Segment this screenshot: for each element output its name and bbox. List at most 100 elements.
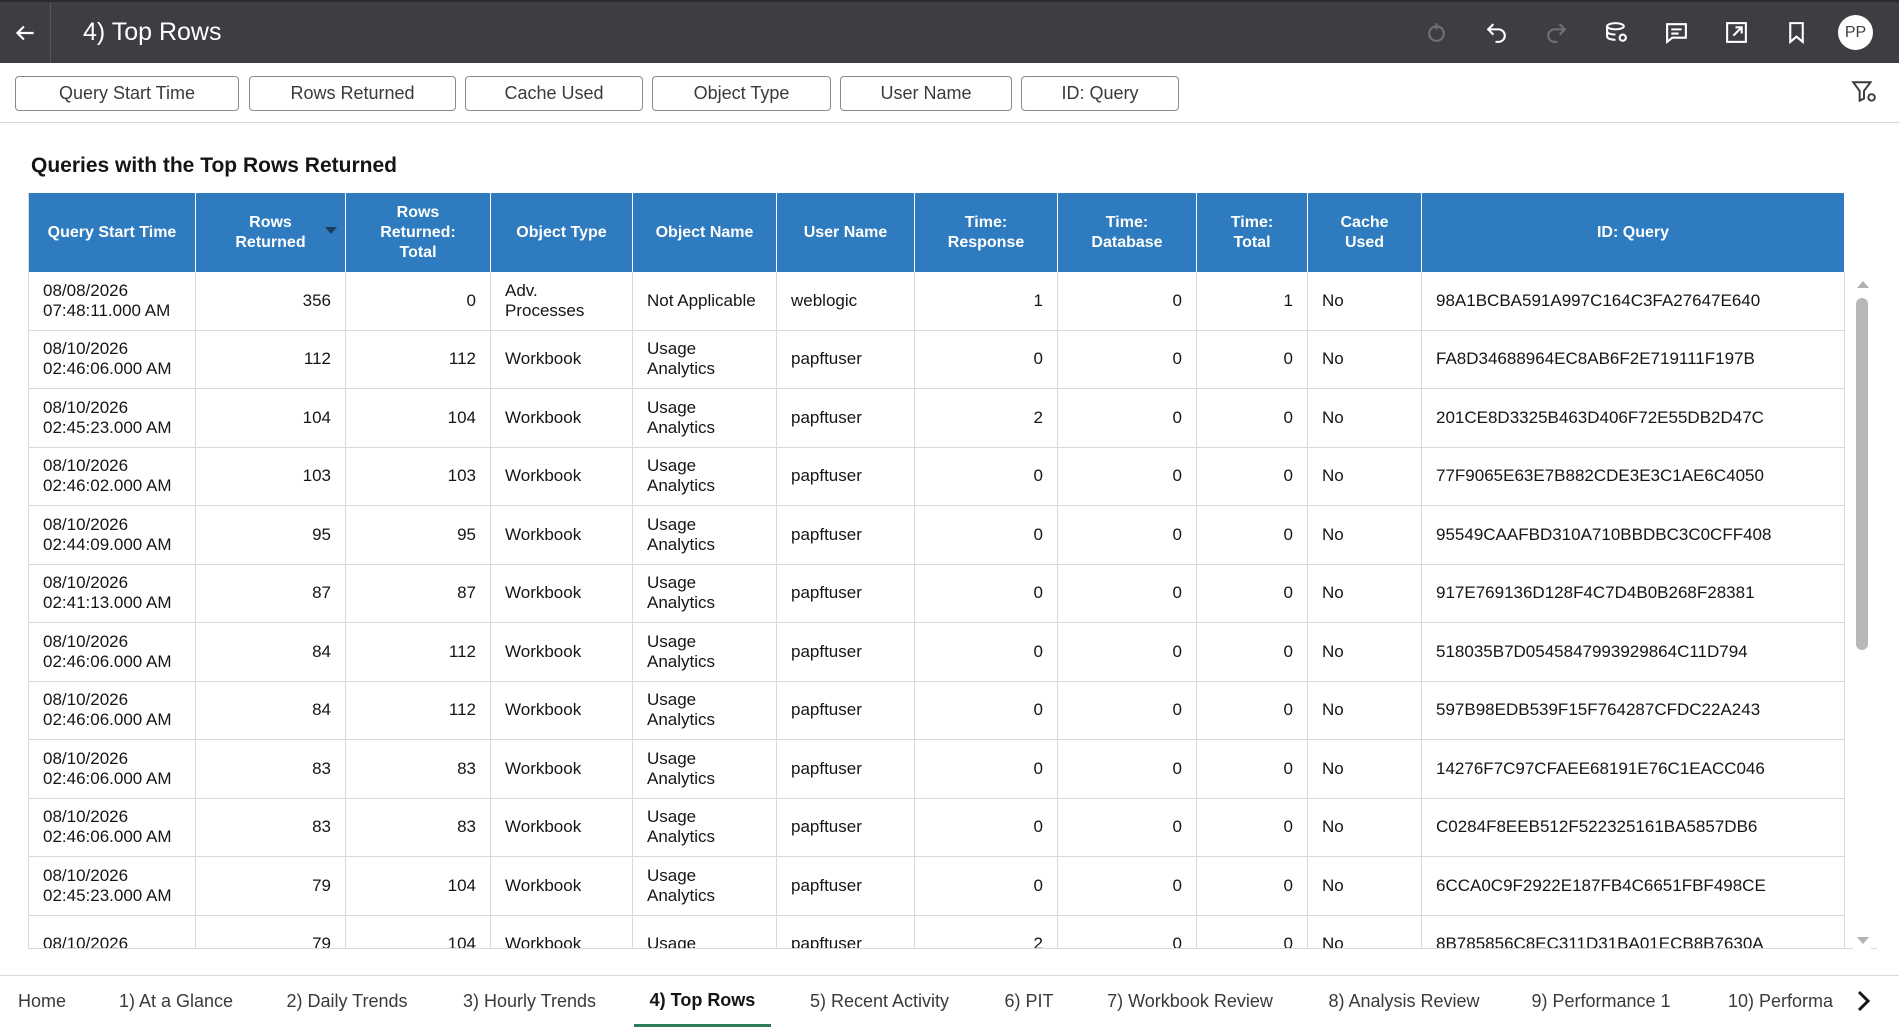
cell-cache-used: No	[1308, 740, 1422, 798]
cell-cache-used: No	[1308, 623, 1422, 681]
table-row[interactable]: 08/10/2026 02:45:23.000 AM 79 104 Workbook U…	[29, 857, 1845, 916]
back-button[interactable]	[0, 2, 51, 63]
redo-icon	[1546, 23, 1566, 43]
cell-object-name: Usage Analytics	[633, 798, 777, 856]
data-button[interactable]	[1586, 2, 1646, 63]
tab-home[interactable]: Home	[5, 976, 79, 1027]
cell-user-name: papftuser	[777, 330, 915, 388]
bookmark-button[interactable]	[1766, 2, 1826, 63]
cell-user-name: papftuser	[777, 857, 915, 915]
filter-rows-returned[interactable]: Rows Returned	[249, 76, 456, 111]
cell-object-type: Workbook	[491, 564, 633, 622]
column-header-object-name[interactable]: Object Name	[633, 193, 777, 272]
cell-time-database: 0	[1058, 740, 1197, 798]
vertical-scrollbar[interactable]	[1853, 276, 1871, 949]
user-avatar[interactable]: PP	[1838, 15, 1873, 50]
scroll-up-arrow-icon[interactable]	[1857, 281, 1869, 288]
column-header-label: Cache Used	[1340, 213, 1389, 251]
cell-user-name: papftuser	[777, 681, 915, 739]
filter-object-type[interactable]: Object Type	[652, 76, 831, 111]
column-header-query-start-time[interactable]: Query Start Time	[29, 193, 196, 272]
cell-query-start-time: 08/10/2026 02:45:23.000 AM	[29, 857, 196, 915]
cell-rows-returned: 84	[196, 623, 346, 681]
column-header-time-response[interactable]: Time: Response	[915, 193, 1058, 272]
cell-time-database: 0	[1058, 506, 1197, 564]
cell-time-database: 0	[1058, 447, 1197, 505]
column-header-user-name[interactable]: User Name	[777, 193, 915, 272]
column-header-object-type[interactable]: Object Type	[491, 193, 633, 272]
canvas-tab-bar: Home 1) At a Glance 2) Daily Trends 3) H…	[0, 975, 1899, 1027]
scroll-down-arrow-icon[interactable]	[1857, 937, 1869, 944]
cell-time-database: 0	[1058, 389, 1197, 447]
table-row[interactable]: 08/10/2026 02:46:06.000 AM 83 83 Workbook Us…	[29, 798, 1845, 857]
data-table: Query Start Time Rows Returned Rows Retu…	[28, 193, 1877, 949]
cell-user-name: papftuser	[777, 740, 915, 798]
filter-cache-used[interactable]: Cache Used	[465, 76, 643, 111]
cell-user-name: papftuser	[777, 798, 915, 856]
export-button[interactable]	[1706, 2, 1766, 63]
table-row[interactable]: 08/10/2026 02:41:13.000 AM 87 87 Workbook Us…	[29, 564, 1845, 623]
comment-button[interactable]	[1646, 2, 1706, 63]
cell-time-database: 0	[1058, 915, 1197, 948]
cell-cache-used: No	[1308, 447, 1422, 505]
filter-settings-icon[interactable]	[1851, 79, 1877, 105]
chevron-right-icon[interactable]	[1851, 988, 1875, 1014]
cell-time-total: 0	[1197, 506, 1308, 564]
cell-rows-returned: 83	[196, 740, 346, 798]
cell-time-response: 0	[915, 681, 1058, 739]
table-row[interactable]: 08/10/2026 02:46:06.000 AM 84 112 Workbook U…	[29, 623, 1845, 682]
cell-time-database: 0	[1058, 564, 1197, 622]
tab-performance-2[interactable]: 10) Performa	[1718, 976, 1838, 1027]
column-header-rows-returned[interactable]: Rows Returned	[196, 193, 346, 272]
column-header-cache-used[interactable]: Cache Used	[1308, 193, 1422, 272]
cell-object-name: Not Applicable	[633, 272, 777, 330]
refresh-button[interactable]	[1406, 2, 1466, 63]
table-row[interactable]: 08/10/2026 02:46:06.000 AM 84 112 Workbook U…	[29, 681, 1845, 740]
undo-button[interactable]	[1466, 2, 1526, 63]
tab-pit[interactable]: 6) PIT	[996, 976, 1062, 1027]
cell-user-name: papftuser	[777, 389, 915, 447]
tab-at-a-glance[interactable]: 1) At a Glance	[108, 976, 244, 1027]
redo-button[interactable]	[1526, 2, 1586, 63]
cell-query-start-time: 08/08/2026 07:48:11.000 AM	[29, 272, 196, 330]
cell-user-name: papftuser	[777, 447, 915, 505]
table-row[interactable]: 08/10/2026 79 104 Workbook Usage papftuser 2 0 0…	[29, 915, 1845, 948]
cell-time-total: 0	[1197, 857, 1308, 915]
cell-time-database: 0	[1058, 857, 1197, 915]
scrollbar-thumb[interactable]	[1856, 298, 1868, 650]
cell-object-type: Workbook	[491, 798, 633, 856]
filter-id-query[interactable]: ID: Query	[1021, 76, 1179, 111]
column-header-id-query[interactable]: ID: Query	[1422, 193, 1845, 272]
cell-time-response: 1	[915, 272, 1058, 330]
cell-cache-used: No	[1308, 798, 1422, 856]
table-row[interactable]: 08/10/2026 02:45:23.000 AM 104 104 Workbook…	[29, 389, 1845, 448]
cell-object-type: Workbook	[491, 623, 633, 681]
tab-daily-trends[interactable]: 2) Daily Trends	[276, 976, 418, 1027]
column-header-label: Rows Returned	[235, 213, 306, 251]
table-row[interactable]: 08/10/2026 02:46:02.000 AM 103 103 Workbook…	[29, 447, 1845, 506]
table-row[interactable]: 08/10/2026 02:46:06.000 AM 83 83 Workbook Us…	[29, 740, 1845, 799]
cell-rows-returned: 84	[196, 681, 346, 739]
table-row[interactable]: 08/10/2026 02:46:06.000 AM 112 112 Workbook…	[29, 330, 1845, 389]
tab-workbook-review[interactable]: 7) Workbook Review	[1096, 976, 1284, 1027]
cell-cache-used: No	[1308, 857, 1422, 915]
tab-performance-1[interactable]: 9) Performance 1	[1522, 976, 1680, 1027]
column-header-time-database[interactable]: Time: Database	[1058, 193, 1197, 272]
cell-time-response: 0	[915, 623, 1058, 681]
table-row[interactable]: 08/10/2026 02:44:09.000 AM 95 95 Workbook Us…	[29, 506, 1845, 565]
table-row[interactable]: 08/08/2026 07:48:11.000 AM 356 0 Adv. Proce…	[29, 272, 1845, 331]
cell-object-type: Workbook	[491, 330, 633, 388]
column-header-time-total[interactable]: Time: Total	[1197, 193, 1308, 272]
filter-query-start-time[interactable]: Query Start Time	[15, 76, 239, 111]
column-header-rows-returned-total[interactable]: Rows Returned: Total	[346, 193, 491, 272]
cell-rows-returned: 356	[196, 272, 346, 330]
filter-user-name[interactable]: User Name	[840, 76, 1012, 111]
tab-analysis-review[interactable]: 8) Analysis Review	[1316, 976, 1492, 1027]
cell-query-start-time: 08/10/2026 02:46:06.000 AM	[29, 798, 196, 856]
tab-recent-activity[interactable]: 5) Recent Activity	[797, 976, 962, 1027]
tab-hourly-trends[interactable]: 3) Hourly Trends	[451, 976, 608, 1027]
cell-id-query: 201CE8D3325B463D406F72E55DB2D47C	[1422, 389, 1845, 447]
cell-query-start-time: 08/10/2026 02:46:02.000 AM	[29, 447, 196, 505]
tab-top-rows[interactable]: 4) Top Rows	[634, 976, 771, 1027]
cell-rows-returned: 104	[196, 389, 346, 447]
